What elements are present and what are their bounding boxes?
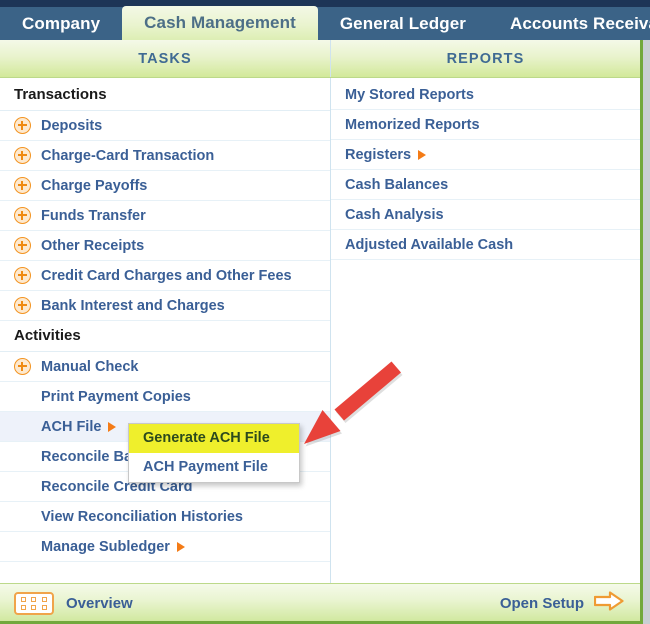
panel-footer: Overview Open Setup	[0, 583, 640, 621]
tab-general-ledger-label: General Ledger	[339, 13, 466, 33]
plus-circle-icon	[14, 358, 31, 375]
report-item-label: Cash Analysis	[345, 206, 444, 223]
report-item-cash-balances[interactable]: Cash Balances	[331, 170, 640, 200]
task-item-view-reconciliation-histories[interactable]: View Reconciliation Histories	[0, 502, 330, 532]
tasks-column: Transactions Deposits Charge-Card Transa…	[0, 78, 331, 583]
tasks-column-header: TASKS	[0, 40, 331, 77]
tab-cash-management[interactable]: Cash Management	[122, 6, 318, 40]
panel-columns: Transactions Deposits Charge-Card Transa…	[0, 78, 640, 583]
overview-label: Overview	[66, 595, 133, 612]
report-item-label: Adjusted Available Cash	[345, 236, 514, 253]
report-item-registers[interactable]: Registers	[331, 140, 640, 170]
tab-general-ledger[interactable]: General Ledger	[318, 7, 488, 40]
open-setup-button[interactable]: Open Setup	[500, 591, 624, 616]
section-title-activities: Activities	[0, 321, 330, 352]
plus-circle-icon	[14, 267, 31, 284]
tab-accounts-receivable-label: Accounts Receiva	[509, 13, 650, 33]
task-item-label: Other Receipts	[41, 237, 145, 254]
task-item-funds-transfer[interactable]: Funds Transfer	[0, 201, 330, 231]
reports-column: My Stored Reports Memorized Reports Regi…	[331, 78, 640, 583]
plus-circle-icon	[14, 237, 31, 254]
task-item-label: Charge-Card Transaction	[41, 147, 215, 164]
task-item-label: ACH File	[41, 418, 102, 435]
chevron-right-icon	[108, 421, 117, 432]
task-item-credit-card-charges-and-other-fees[interactable]: Credit Card Charges and Other Fees	[0, 261, 330, 291]
chevron-right-icon	[418, 149, 427, 160]
report-item-label: Memorized Reports	[345, 116, 480, 133]
report-item-adjusted-available-cash[interactable]: Adjusted Available Cash	[331, 230, 640, 260]
column-header-band: TASKS REPORTS	[0, 40, 640, 78]
open-setup-label: Open Setup	[499, 595, 584, 612]
section-title-transactions: Transactions	[0, 80, 330, 111]
tab-company[interactable]: Company	[0, 7, 122, 40]
task-item-other-receipts[interactable]: Other Receipts	[0, 231, 330, 261]
task-item-label: Deposits	[41, 117, 103, 134]
ach-file-submenu: Generate ACH File ACH Payment File	[128, 423, 300, 483]
task-item-manual-check[interactable]: Manual Check	[0, 352, 330, 382]
tasks-header-label: TASKS	[138, 50, 192, 67]
report-item-memorized-reports[interactable]: Memorized Reports	[331, 110, 640, 140]
plus-circle-icon	[14, 177, 31, 194]
task-item-label: Charge Payoffs	[41, 177, 148, 194]
submenu-item-ach-payment-file[interactable]: ACH Payment File	[129, 453, 299, 482]
report-item-my-stored-reports[interactable]: My Stored Reports	[331, 80, 640, 110]
application-window: Company Cash Management General Ledger A…	[0, 0, 650, 624]
submenu-item-generate-ach-file[interactable]: Generate ACH File	[129, 424, 299, 453]
task-item-charge-payoffs[interactable]: Charge Payoffs	[0, 171, 330, 201]
task-item-label: Credit Card Charges and Other Fees	[41, 267, 292, 284]
plus-circle-icon	[14, 147, 31, 164]
main-navigation-bar: Company Cash Management General Ledger A…	[0, 0, 650, 40]
task-item-manage-subledger[interactable]: Manage Subledger	[0, 532, 330, 562]
tab-accounts-receivable[interactable]: Accounts Receiva	[488, 7, 650, 40]
report-item-cash-analysis[interactable]: Cash Analysis	[331, 200, 640, 230]
grid-overview-icon	[14, 592, 54, 615]
report-item-label: Cash Balances	[345, 176, 449, 193]
submenu-item-label: Generate ACH File	[143, 430, 270, 446]
reports-column-header: REPORTS	[331, 40, 640, 77]
report-item-label: My Stored Reports	[345, 86, 474, 103]
navigation-tabs: Company Cash Management General Ledger A…	[0, 6, 650, 40]
task-item-bank-interest-and-charges[interactable]: Bank Interest and Charges	[0, 291, 330, 321]
cash-management-panel: TASKS REPORTS Transactions Deposits Char…	[0, 40, 643, 624]
plus-circle-icon	[14, 117, 31, 134]
tab-cash-management-label: Cash Management	[144, 13, 296, 32]
overview-button[interactable]: Overview	[14, 592, 133, 615]
task-item-label: Print Payment Copies	[41, 388, 191, 405]
task-item-label: Manage Subledger	[41, 538, 170, 555]
plus-circle-icon	[14, 207, 31, 224]
tab-company-label: Company	[22, 13, 101, 33]
task-item-deposits[interactable]: Deposits	[0, 111, 330, 141]
chevron-right-icon	[176, 541, 185, 552]
submenu-item-label: ACH Payment File	[143, 459, 268, 475]
task-item-label: View Reconciliation Histories	[41, 508, 243, 525]
report-item-label: Registers	[345, 146, 412, 163]
plus-circle-icon	[14, 297, 31, 314]
task-item-label: Manual Check	[41, 358, 139, 375]
arrow-right-icon	[593, 591, 624, 616]
task-item-label: Funds Transfer	[41, 207, 146, 224]
task-item-label: Bank Interest and Charges	[41, 297, 225, 314]
reports-header-label: REPORTS	[446, 50, 525, 67]
task-item-charge-card-transaction[interactable]: Charge-Card Transaction	[0, 141, 330, 171]
task-item-print-payment-copies[interactable]: Print Payment Copies	[0, 382, 330, 412]
